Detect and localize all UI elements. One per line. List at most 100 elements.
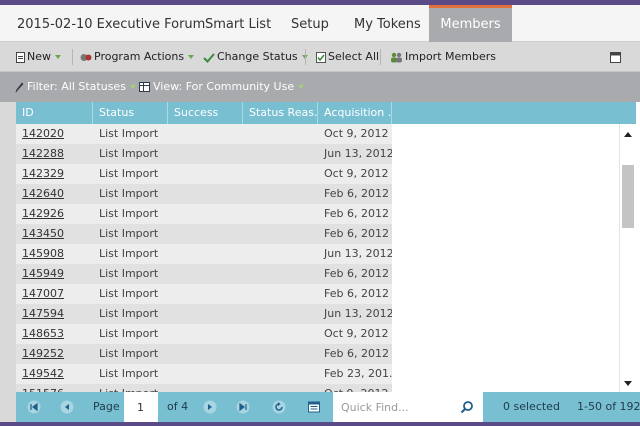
bottom-accent-strip (0, 422, 640, 426)
collapse-panel-button[interactable] (610, 42, 623, 71)
cell-status: List Import (99, 367, 159, 380)
table-row[interactable]: 147594 List Import Jun 13, 2012... (16, 304, 392, 324)
column-header-success[interactable]: Success (168, 102, 243, 124)
cell-acquisition: Feb 6, 2012 ... (324, 207, 392, 220)
cell-id[interactable]: 142288 (16, 144, 93, 164)
cell-status: List Import (99, 327, 159, 340)
table-row[interactable]: 142288 List Import Jun 13, 2012... (16, 144, 392, 164)
chevron-down-icon (188, 55, 195, 59)
vertical-scrollbar[interactable] (619, 124, 636, 392)
table-row[interactable]: 142329 List Import Oct 9, 2012 ... (16, 164, 392, 184)
next-page-icon[interactable] (203, 400, 217, 414)
cell-acquisition: Oct 9, 2012 ... (324, 167, 392, 180)
cell-id[interactable]: 151576 (16, 384, 93, 392)
cell-status-reason (243, 124, 318, 144)
cell-status: List Import (99, 127, 159, 140)
scrollbar-thumb[interactable] (622, 165, 634, 228)
status-filter-dropdown[interactable]: Filter: All Statuses (15, 72, 136, 102)
grid-rows: 142020 List Import Oct 9, 2012 ... 142288 Li… (16, 124, 392, 392)
cell-status-reason (243, 364, 318, 384)
tab-my-tokens[interactable]: My Tokens (354, 5, 421, 42)
table-row[interactable]: 149252 List Import Feb 6, 2012 ... (16, 344, 392, 364)
cell-id[interactable]: 149252 (16, 344, 93, 364)
record-range: 1-50 of 192 (577, 400, 640, 413)
page-count-label: of 4 (167, 400, 189, 413)
table-row[interactable]: 142020 List Import Oct 9, 2012 ... (16, 124, 392, 144)
tab-setup[interactable]: Setup (291, 5, 329, 42)
new-button[interactable]: New (16, 42, 61, 71)
table-row[interactable]: 142926 List Import Feb 6, 2012 ... (16, 204, 392, 224)
cell-acquisition: Feb 6, 2012 ... (324, 227, 392, 240)
pagination-bar: Page of 4 0 selected 1-50 of 192 (0, 392, 640, 422)
cell-status-reason (243, 324, 318, 344)
cell-status: List Import (99, 347, 159, 360)
column-header-acquisition[interactable]: Acquisition ... (318, 102, 392, 124)
table-row[interactable]: 148653 List Import Oct 9, 2012 ... (16, 324, 392, 344)
cell-acquisition: Oct 9, 2012 ... (324, 127, 392, 140)
change-status-button[interactable]: Change Status (203, 42, 308, 71)
chevron-down-icon (298, 85, 305, 89)
scroll-up-icon[interactable] (624, 132, 632, 137)
cell-status-reason (243, 164, 318, 184)
cell-success (168, 364, 243, 384)
cell-id[interactable]: 145908 (16, 244, 93, 264)
column-header-status-reason[interactable]: Status Reas... (243, 102, 318, 124)
toolbar-divider (305, 49, 306, 65)
export-icon[interactable] (307, 400, 321, 414)
import-members-button[interactable]: Import Members (390, 42, 496, 71)
selected-count: 0 selected (503, 400, 560, 413)
tab-members[interactable]: Members (429, 5, 512, 42)
chevron-down-icon (55, 55, 61, 59)
table-row[interactable]: 143450 List Import Feb 6, 2012 ... (16, 224, 392, 244)
view-icon (139, 82, 150, 92)
table-row[interactable]: 151576List Import Oct 9, 2012 ... (16, 384, 392, 392)
cell-status-reason (243, 384, 318, 392)
table-row[interactable]: 149542 List Import Feb 23, 201... (16, 364, 392, 384)
table-row[interactable]: 147007 List Import Feb 6, 2012 ... (16, 284, 392, 304)
cell-status: List Import (99, 207, 159, 220)
cell-id[interactable]: 142020 (16, 124, 93, 144)
first-page-icon[interactable] (27, 400, 41, 414)
scroll-down-icon[interactable] (624, 381, 632, 386)
import-members-icon (391, 52, 402, 62)
select-all-icon (316, 51, 326, 63)
cell-success (168, 164, 243, 184)
cell-status: List Import (99, 187, 159, 200)
table-row[interactable]: 145908 List Import Jun 13, 2012... (16, 244, 392, 264)
page-number-input[interactable] (124, 392, 158, 422)
pager-left-gutter (0, 392, 16, 422)
new-label: New (27, 50, 51, 63)
cell-success (168, 264, 243, 284)
tab-program-name[interactable]: 2015-02-10 Executive Forum (17, 5, 205, 42)
grid-header: ID Status Success Status Reas... Acquisi… (16, 102, 636, 124)
cell-id[interactable]: 142329 (16, 164, 93, 184)
cell-id[interactable]: 143450 (16, 224, 93, 244)
view-dropdown[interactable]: View: For Community Use (139, 72, 305, 102)
tab-smart-list[interactable]: Smart List (205, 5, 271, 42)
table-row[interactable]: 145949 List Import Feb 6, 2012 ... (16, 264, 392, 284)
cell-success (168, 184, 243, 204)
cell-acquisition: Oct 9, 2012 ... (324, 327, 392, 340)
prev-page-icon[interactable] (60, 400, 74, 414)
cell-id[interactable]: 145949 (16, 264, 93, 284)
last-page-icon[interactable] (236, 400, 250, 414)
cell-id[interactable]: 142926 (16, 204, 93, 224)
cell-id[interactable]: 142640 (16, 184, 93, 204)
cell-id[interactable]: 147007 (16, 284, 93, 304)
column-header-id[interactable]: ID (16, 102, 93, 124)
cell-id[interactable]: 147594 (16, 304, 93, 324)
cell-success (168, 304, 243, 324)
select-all-button[interactable]: Select All (316, 42, 379, 71)
cell-id[interactable]: 148653 (16, 324, 93, 344)
cell-success (168, 284, 243, 304)
program-actions-button[interactable]: Program Actions (80, 42, 195, 71)
cell-id[interactable]: 149542 (16, 364, 93, 384)
cell-status-reason (243, 264, 318, 284)
cell-success (168, 384, 243, 392)
column-header-status[interactable]: Status (93, 102, 168, 124)
cell-acquisition: Feb 6, 2012 ... (324, 347, 392, 360)
refresh-icon[interactable] (272, 400, 286, 414)
search-icon[interactable] (460, 400, 474, 414)
members-grid: ID Status Success Status Reas... Acquisi… (0, 102, 640, 392)
table-row[interactable]: 142640 List Import Feb 6, 2012 ... (16, 184, 392, 204)
